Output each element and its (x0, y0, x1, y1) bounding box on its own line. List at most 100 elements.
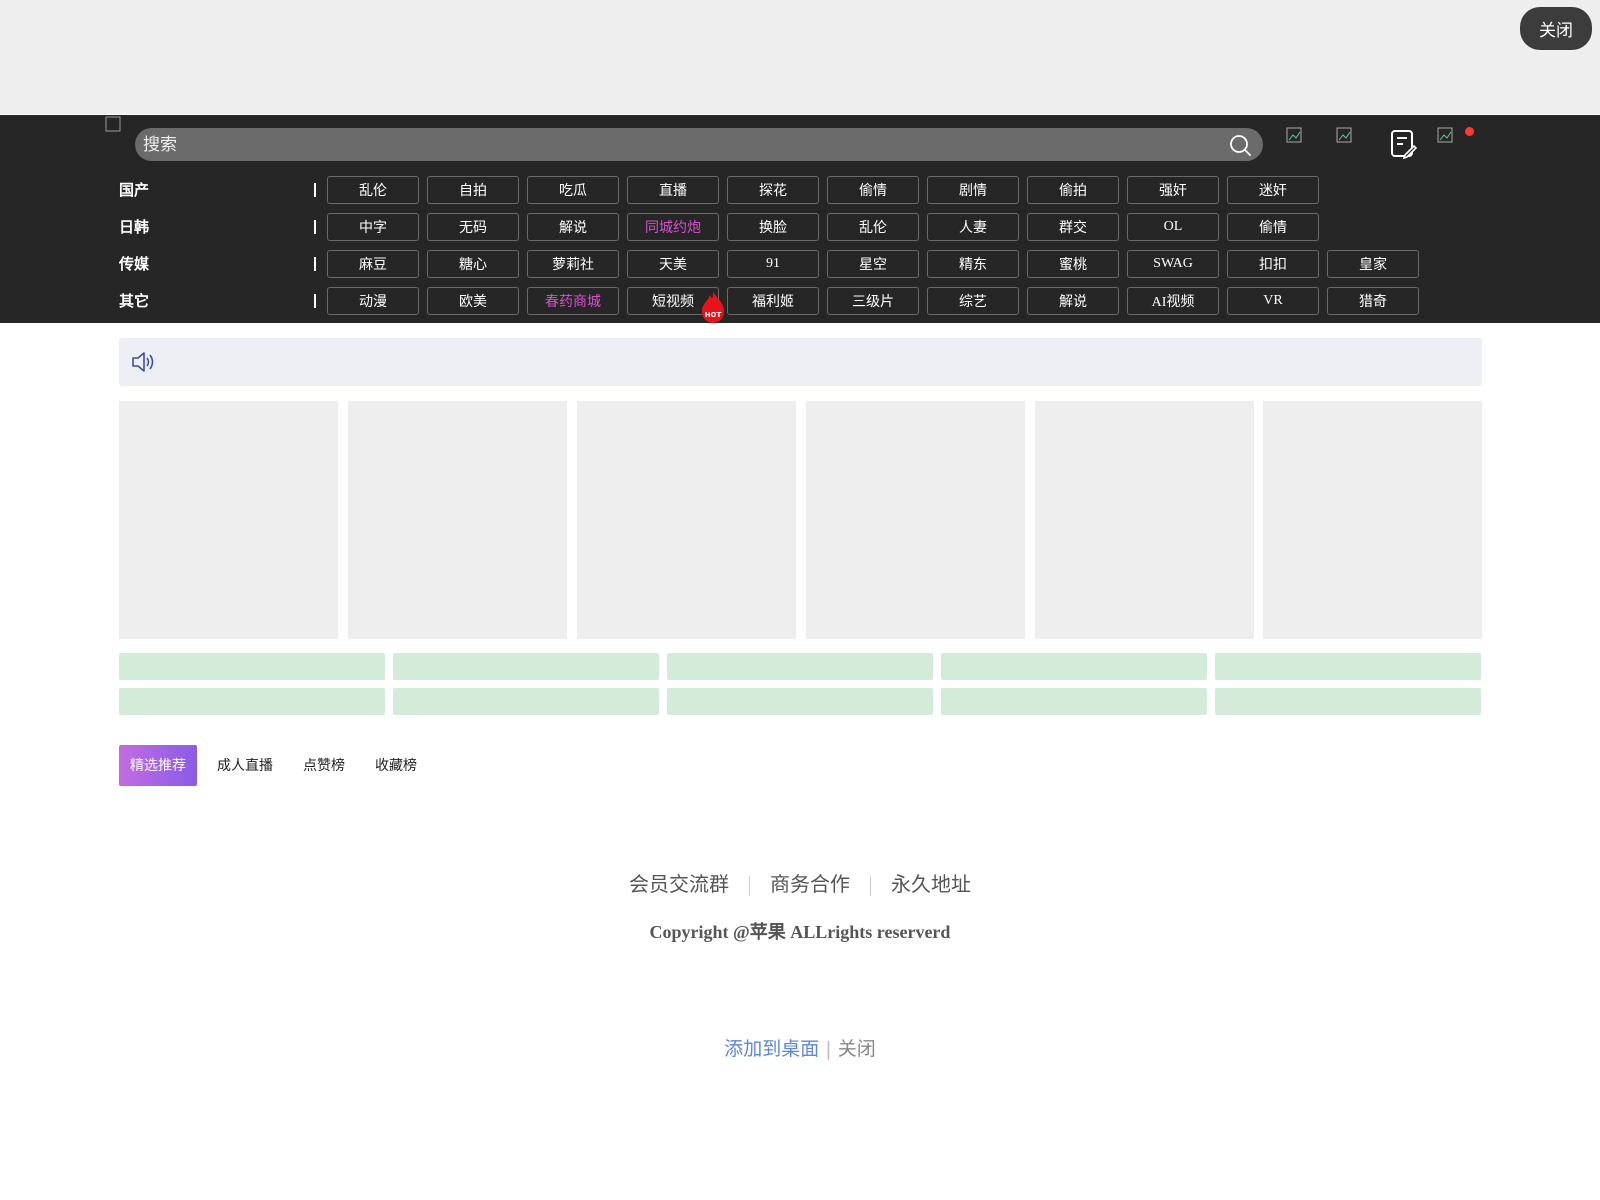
video-thumbnail[interactable] (806, 401, 1025, 639)
footer-link-member-group[interactable]: 会员交流群 (629, 872, 729, 896)
category-row-chuanmei: 传媒 麻豆 糖心 萝莉社 天美 91 星空 精东 蜜桃 SWAG 扣扣 皇家 (0, 250, 1600, 280)
divider: | (825, 1038, 832, 1060)
category-label: 日韩 (119, 218, 150, 236)
category-tag[interactable]: 人妻 (927, 213, 1019, 241)
divider (314, 220, 316, 234)
category-tag[interactable]: 福利姬 (727, 287, 819, 315)
video-thumbnail[interactable] (348, 401, 567, 639)
footer-link-permanent-address[interactable]: 永久地址 (891, 872, 971, 896)
tab-featured[interactable]: 精选推荐 (119, 744, 197, 786)
category-tag[interactable]: 吃瓜 (527, 176, 619, 204)
category-label: 其它 (119, 292, 150, 310)
category-row-qita: 其它 动漫 欧美 春药商城 短视频 福利姬 三级片 综艺 解说 AI视频 VR … (0, 287, 1600, 317)
link-placeholder[interactable] (393, 688, 659, 715)
add-to-desktop-link[interactable]: 添加到桌面 (724, 1038, 819, 1060)
category-tag[interactable]: 群交 (1027, 213, 1119, 241)
hot-flame-icon: HOT (702, 291, 724, 323)
category-tag[interactable]: 解说 (1027, 287, 1119, 315)
divider (314, 257, 316, 271)
category-tag[interactable]: 偷情 (827, 176, 919, 204)
link-placeholder[interactable] (1215, 653, 1481, 680)
hot-badge-text: HOT (705, 311, 722, 319)
category-label: 国产 (119, 181, 150, 199)
link-placeholder[interactable] (941, 653, 1207, 680)
category-tag[interactable]: 迷奸 (1227, 176, 1319, 204)
category-tag[interactable]: 强奸 (1127, 176, 1219, 204)
tab-live[interactable]: 成人直播 (217, 755, 273, 775)
notification-dot (1465, 127, 1474, 136)
category-row-guochan: 国产 乱伦 自拍 吃瓜 直播 探花 偷情 剧情 偷拍 强奸 迷奸 (0, 176, 1600, 206)
video-thumbnail[interactable] (119, 401, 338, 639)
footer-links: 会员交流群 商务合作 永久地址 (0, 868, 1600, 897)
category-tag[interactable]: 麻豆 (327, 250, 419, 278)
category-tag[interactable]: 天美 (627, 250, 719, 278)
category-tag[interactable]: 直播 (627, 176, 719, 204)
link-placeholder[interactable] (667, 688, 933, 715)
category-tag[interactable]: 91 (727, 250, 819, 278)
link-placeholder[interactable] (667, 653, 933, 680)
category-tag[interactable]: 无码 (427, 213, 519, 241)
category-panel: 国产 乱伦 自拍 吃瓜 直播 探花 偷情 剧情 偷拍 强奸 迷奸 日韩 中字 无… (0, 173, 1600, 323)
user-image-icon[interactable] (1336, 127, 1354, 145)
category-tag[interactable]: VR (1227, 287, 1319, 315)
history-image-icon[interactable] (1286, 127, 1304, 145)
footer-link-business[interactable]: 商务合作 (770, 872, 850, 896)
logo-image-icon[interactable] (105, 116, 121, 132)
category-tag[interactable]: 精东 (927, 250, 1019, 278)
category-tag[interactable]: 扣扣 (1227, 250, 1319, 278)
category-label: 传媒 (119, 255, 150, 273)
category-tag[interactable]: 皇家 (1327, 250, 1419, 278)
category-tag[interactable]: 欧美 (427, 287, 519, 315)
close-ad-button[interactable]: 关闭 (1520, 7, 1592, 50)
category-tag-highlight[interactable]: 同城约炮 (627, 213, 719, 241)
link-placeholder[interactable] (1215, 688, 1481, 715)
category-tag[interactable]: SWAG (1127, 250, 1219, 278)
close-link[interactable]: 关闭 (838, 1038, 876, 1060)
content-tabs: 精选推荐 成人直播 点赞榜 收藏榜 (119, 744, 447, 786)
category-tag[interactable]: AI视频 (1127, 287, 1219, 315)
category-tag-highlight[interactable]: 春药商城 (527, 287, 619, 315)
category-tag[interactable]: 三级片 (827, 287, 919, 315)
category-tag[interactable]: 综艺 (927, 287, 1019, 315)
category-tag[interactable]: 自拍 (427, 176, 519, 204)
link-placeholder[interactable] (119, 653, 385, 680)
search-icon[interactable] (1227, 132, 1253, 158)
video-thumbnail[interactable] (1035, 401, 1254, 639)
divider (749, 875, 750, 896)
category-tag[interactable]: 糖心 (427, 250, 519, 278)
category-tag[interactable]: 萝莉社 (527, 250, 619, 278)
video-thumbnail[interactable] (1263, 401, 1482, 639)
edit-note-icon[interactable] (1389, 129, 1417, 159)
link-placeholder[interactable] (393, 653, 659, 680)
video-thumbnail[interactable] (577, 401, 796, 639)
tab-likes[interactable]: 点赞榜 (303, 755, 345, 775)
message-image-icon[interactable] (1437, 127, 1455, 145)
category-tag[interactable]: 动漫 (327, 287, 419, 315)
category-tag[interactable]: 换脸 (727, 213, 819, 241)
search-input[interactable] (135, 133, 1227, 156)
category-tag[interactable]: 乱伦 (827, 213, 919, 241)
category-tag[interactable]: OL (1127, 213, 1219, 241)
link-placeholder[interactable] (941, 688, 1207, 715)
category-tag[interactable]: 蜜桃 (1027, 250, 1119, 278)
announcement-bar (119, 338, 1482, 386)
copyright-text: Copyright @苹果 ALLrights reserverd (649, 922, 951, 942)
category-tag[interactable]: 剧情 (927, 176, 1019, 204)
add-to-desktop-bar: 添加到桌面 | 关闭 (0, 1034, 1600, 1061)
category-tag[interactable]: 探花 (727, 176, 819, 204)
category-tag[interactable]: 解说 (527, 213, 619, 241)
category-tag[interactable]: 偷拍 (1027, 176, 1119, 204)
category-tag[interactable]: 猎奇 (1327, 287, 1419, 315)
category-tag[interactable]: 中字 (327, 213, 419, 241)
category-row-rihan: 日韩 中字 无码 解说 同城约炮 换脸 乱伦 人妻 群交 OL 偷情 (0, 213, 1600, 243)
divider (870, 875, 871, 896)
top-ad-bar: 关闭 (0, 0, 1600, 114)
category-tag[interactable]: 星空 (827, 250, 919, 278)
divider (314, 183, 316, 197)
category-tag[interactable]: 偷情 (1227, 213, 1319, 241)
search-bar[interactable] (135, 128, 1263, 161)
link-placeholder[interactable] (119, 688, 385, 715)
category-tag[interactable]: 乱伦 (327, 176, 419, 204)
divider (314, 294, 316, 308)
tab-favorites[interactable]: 收藏榜 (375, 755, 417, 775)
